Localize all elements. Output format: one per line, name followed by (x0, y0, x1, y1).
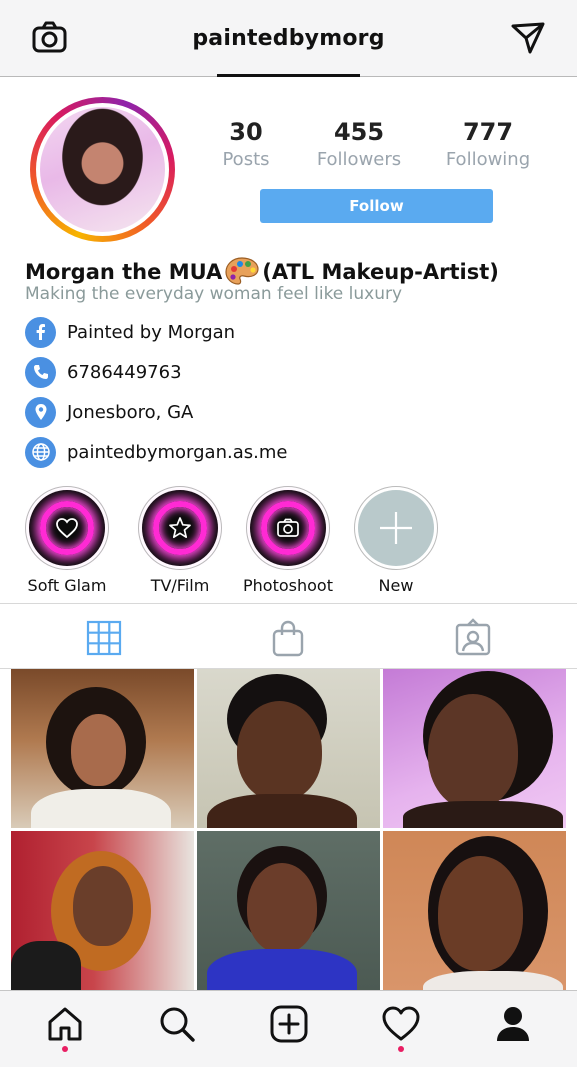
display-name-second: (ATL Makeup-Artist) (262, 260, 499, 284)
star-icon (169, 517, 191, 539)
info-website[interactable]: paintedbymorgan.as.me (25, 436, 287, 468)
highlight-new[interactable]: New (353, 486, 439, 595)
stat-posts[interactable]: 30 Posts (181, 118, 311, 170)
top-bar: paintedbymorg (0, 0, 577, 77)
stat-following[interactable]: 777 Following (423, 118, 553, 170)
palette-icon (225, 257, 259, 285)
stat-value: 777 (462, 118, 514, 146)
username-underline (217, 74, 360, 77)
highlight-soft-glam[interactable]: Soft Glam (24, 486, 110, 595)
info-text: Painted by Morgan (67, 321, 236, 343)
info-facebook[interactable]: Painted by Morgan (25, 316, 235, 348)
info-text: paintedbymorgan.as.me (67, 441, 288, 463)
camera-icon (277, 518, 299, 537)
tagged-icon[interactable] (453, 618, 493, 658)
avatar[interactable] (30, 97, 175, 242)
heart-icon[interactable] (381, 1004, 421, 1044)
heart-icon (56, 518, 78, 539)
add-post-icon[interactable] (269, 1004, 309, 1044)
grid-photo[interactable] (383, 831, 566, 990)
plus-icon (380, 512, 412, 544)
highlight-label: Soft Glam (27, 576, 107, 595)
info-location[interactable]: Jonesboro, GA (25, 396, 193, 428)
globe-icon (25, 436, 56, 468)
info-text: 6786449763 (67, 361, 182, 383)
grid-photo[interactable] (11, 669, 194, 828)
info-text: Jonesboro, GA (67, 401, 194, 423)
notification-dot (398, 1046, 404, 1052)
follow-button[interactable]: Follow (260, 189, 493, 223)
grid-photo[interactable] (11, 831, 194, 990)
info-phone[interactable]: 6786449763 (25, 356, 182, 388)
highlight-photoshoot[interactable]: Photoshoot (243, 486, 333, 595)
notification-dot (62, 1046, 68, 1052)
stat-label: Following (445, 149, 531, 170)
bio-tagline: Making the everyday woman feel like luxu… (25, 284, 403, 304)
grid-icon[interactable] (84, 618, 124, 658)
home-icon[interactable] (45, 1004, 85, 1044)
phone-icon (25, 356, 56, 388)
stat-value: 455 (333, 118, 385, 146)
search-icon[interactable] (157, 1004, 197, 1044)
grid-photo[interactable] (197, 831, 380, 990)
shopping-bag-icon[interactable] (268, 618, 308, 658)
profile-icon[interactable] (493, 1004, 533, 1044)
location-icon (25, 396, 56, 428)
avatar-photo (40, 107, 165, 232)
highlight-tv-film[interactable]: TV/Film (137, 486, 223, 595)
facebook-icon (25, 316, 56, 348)
profile-username[interactable]: paintedbymorg (0, 26, 577, 51)
stat-label: Posts (222, 149, 270, 170)
bottom-nav (0, 990, 577, 1067)
send-icon[interactable] (508, 20, 548, 56)
grid-photo[interactable] (383, 669, 566, 828)
highlight-label: New (378, 576, 414, 595)
display-name-first: Morgan the MUA (25, 260, 223, 284)
content-tabs (0, 603, 577, 669)
stat-label: Followers (316, 149, 402, 170)
stat-followers[interactable]: 455 Followers (294, 118, 424, 170)
grid-photo[interactable] (197, 669, 380, 828)
display-name: Morgan the MUA (ATL Makeup-Artist) (25, 256, 499, 286)
stat-value: 30 (229, 118, 263, 146)
